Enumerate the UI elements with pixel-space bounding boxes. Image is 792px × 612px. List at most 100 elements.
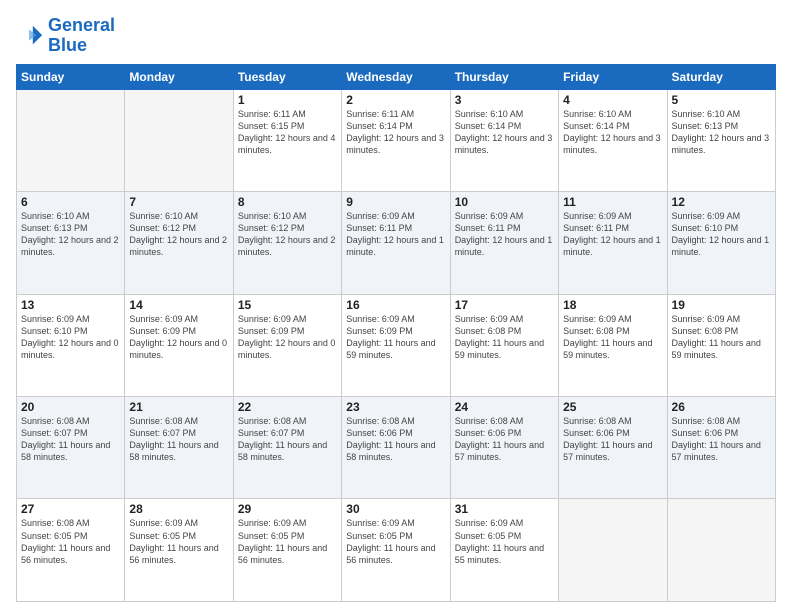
day-info: Sunrise: 6:09 AM Sunset: 6:11 PM Dayligh… bbox=[563, 210, 662, 259]
calendar-cell: 20Sunrise: 6:08 AM Sunset: 6:07 PM Dayli… bbox=[17, 397, 125, 499]
day-info: Sunrise: 6:08 AM Sunset: 6:07 PM Dayligh… bbox=[129, 415, 228, 464]
weekday-header-wednesday: Wednesday bbox=[342, 64, 450, 89]
day-info: Sunrise: 6:11 AM Sunset: 6:14 PM Dayligh… bbox=[346, 108, 445, 157]
calendar-cell bbox=[667, 499, 775, 602]
calendar-cell: 12Sunrise: 6:09 AM Sunset: 6:10 PM Dayli… bbox=[667, 192, 775, 294]
calendar-week-row: 27Sunrise: 6:08 AM Sunset: 6:05 PM Dayli… bbox=[17, 499, 776, 602]
day-number: 13 bbox=[21, 298, 120, 312]
calendar-cell: 4Sunrise: 6:10 AM Sunset: 6:14 PM Daylig… bbox=[559, 89, 667, 191]
day-number: 21 bbox=[129, 400, 228, 414]
day-info: Sunrise: 6:09 AM Sunset: 6:09 PM Dayligh… bbox=[238, 313, 337, 362]
day-number: 1 bbox=[238, 93, 337, 107]
weekday-header-tuesday: Tuesday bbox=[233, 64, 341, 89]
weekday-header-saturday: Saturday bbox=[667, 64, 775, 89]
day-info: Sunrise: 6:09 AM Sunset: 6:11 PM Dayligh… bbox=[346, 210, 445, 259]
day-number: 5 bbox=[672, 93, 771, 107]
day-info: Sunrise: 6:10 AM Sunset: 6:13 PM Dayligh… bbox=[672, 108, 771, 157]
calendar-week-row: 1Sunrise: 6:11 AM Sunset: 6:15 PM Daylig… bbox=[17, 89, 776, 191]
day-info: Sunrise: 6:08 AM Sunset: 6:05 PM Dayligh… bbox=[21, 517, 120, 566]
day-info: Sunrise: 6:09 AM Sunset: 6:10 PM Dayligh… bbox=[21, 313, 120, 362]
calendar-cell: 7Sunrise: 6:10 AM Sunset: 6:12 PM Daylig… bbox=[125, 192, 233, 294]
day-info: Sunrise: 6:09 AM Sunset: 6:08 PM Dayligh… bbox=[455, 313, 554, 362]
calendar-cell: 3Sunrise: 6:10 AM Sunset: 6:14 PM Daylig… bbox=[450, 89, 558, 191]
day-number: 27 bbox=[21, 502, 120, 516]
day-number: 25 bbox=[563, 400, 662, 414]
calendar-cell: 27Sunrise: 6:08 AM Sunset: 6:05 PM Dayli… bbox=[17, 499, 125, 602]
day-number: 6 bbox=[21, 195, 120, 209]
day-info: Sunrise: 6:08 AM Sunset: 6:06 PM Dayligh… bbox=[563, 415, 662, 464]
day-number: 24 bbox=[455, 400, 554, 414]
calendar-week-row: 6Sunrise: 6:10 AM Sunset: 6:13 PM Daylig… bbox=[17, 192, 776, 294]
day-info: Sunrise: 6:10 AM Sunset: 6:12 PM Dayligh… bbox=[129, 210, 228, 259]
day-number: 4 bbox=[563, 93, 662, 107]
calendar-cell: 31Sunrise: 6:09 AM Sunset: 6:05 PM Dayli… bbox=[450, 499, 558, 602]
calendar-cell bbox=[17, 89, 125, 191]
logo: General Blue bbox=[16, 16, 115, 56]
day-number: 3 bbox=[455, 93, 554, 107]
day-info: Sunrise: 6:09 AM Sunset: 6:09 PM Dayligh… bbox=[129, 313, 228, 362]
calendar-cell: 8Sunrise: 6:10 AM Sunset: 6:12 PM Daylig… bbox=[233, 192, 341, 294]
day-number: 30 bbox=[346, 502, 445, 516]
day-info: Sunrise: 6:10 AM Sunset: 6:12 PM Dayligh… bbox=[238, 210, 337, 259]
day-info: Sunrise: 6:08 AM Sunset: 6:07 PM Dayligh… bbox=[21, 415, 120, 464]
calendar-table: SundayMondayTuesdayWednesdayThursdayFrid… bbox=[16, 64, 776, 602]
day-number: 14 bbox=[129, 298, 228, 312]
calendar-cell: 11Sunrise: 6:09 AM Sunset: 6:11 PM Dayli… bbox=[559, 192, 667, 294]
day-info: Sunrise: 6:09 AM Sunset: 6:10 PM Dayligh… bbox=[672, 210, 771, 259]
logo-icon bbox=[16, 22, 44, 50]
calendar-week-row: 13Sunrise: 6:09 AM Sunset: 6:10 PM Dayli… bbox=[17, 294, 776, 396]
calendar-cell: 9Sunrise: 6:09 AM Sunset: 6:11 PM Daylig… bbox=[342, 192, 450, 294]
day-info: Sunrise: 6:10 AM Sunset: 6:14 PM Dayligh… bbox=[455, 108, 554, 157]
calendar-cell: 17Sunrise: 6:09 AM Sunset: 6:08 PM Dayli… bbox=[450, 294, 558, 396]
day-info: Sunrise: 6:08 AM Sunset: 6:06 PM Dayligh… bbox=[672, 415, 771, 464]
day-info: Sunrise: 6:09 AM Sunset: 6:05 PM Dayligh… bbox=[129, 517, 228, 566]
weekday-header-monday: Monday bbox=[125, 64, 233, 89]
calendar-cell: 16Sunrise: 6:09 AM Sunset: 6:09 PM Dayli… bbox=[342, 294, 450, 396]
calendar-cell bbox=[559, 499, 667, 602]
day-number: 18 bbox=[563, 298, 662, 312]
day-number: 28 bbox=[129, 502, 228, 516]
day-info: Sunrise: 6:08 AM Sunset: 6:06 PM Dayligh… bbox=[346, 415, 445, 464]
day-number: 12 bbox=[672, 195, 771, 209]
calendar-cell: 28Sunrise: 6:09 AM Sunset: 6:05 PM Dayli… bbox=[125, 499, 233, 602]
calendar-cell: 24Sunrise: 6:08 AM Sunset: 6:06 PM Dayli… bbox=[450, 397, 558, 499]
day-number: 22 bbox=[238, 400, 337, 414]
day-info: Sunrise: 6:09 AM Sunset: 6:08 PM Dayligh… bbox=[672, 313, 771, 362]
calendar-week-row: 20Sunrise: 6:08 AM Sunset: 6:07 PM Dayli… bbox=[17, 397, 776, 499]
weekday-header-sunday: Sunday bbox=[17, 64, 125, 89]
day-number: 19 bbox=[672, 298, 771, 312]
calendar-cell: 13Sunrise: 6:09 AM Sunset: 6:10 PM Dayli… bbox=[17, 294, 125, 396]
day-number: 7 bbox=[129, 195, 228, 209]
day-number: 2 bbox=[346, 93, 445, 107]
calendar-cell: 14Sunrise: 6:09 AM Sunset: 6:09 PM Dayli… bbox=[125, 294, 233, 396]
calendar-cell: 18Sunrise: 6:09 AM Sunset: 6:08 PM Dayli… bbox=[559, 294, 667, 396]
day-info: Sunrise: 6:09 AM Sunset: 6:09 PM Dayligh… bbox=[346, 313, 445, 362]
calendar-cell: 25Sunrise: 6:08 AM Sunset: 6:06 PM Dayli… bbox=[559, 397, 667, 499]
day-number: 11 bbox=[563, 195, 662, 209]
weekday-header-friday: Friday bbox=[559, 64, 667, 89]
day-number: 16 bbox=[346, 298, 445, 312]
calendar-cell: 1Sunrise: 6:11 AM Sunset: 6:15 PM Daylig… bbox=[233, 89, 341, 191]
day-info: Sunrise: 6:08 AM Sunset: 6:06 PM Dayligh… bbox=[455, 415, 554, 464]
day-info: Sunrise: 6:11 AM Sunset: 6:15 PM Dayligh… bbox=[238, 108, 337, 157]
day-info: Sunrise: 6:09 AM Sunset: 6:05 PM Dayligh… bbox=[238, 517, 337, 566]
calendar-cell: 22Sunrise: 6:08 AM Sunset: 6:07 PM Dayli… bbox=[233, 397, 341, 499]
day-number: 20 bbox=[21, 400, 120, 414]
day-info: Sunrise: 6:09 AM Sunset: 6:11 PM Dayligh… bbox=[455, 210, 554, 259]
day-number: 8 bbox=[238, 195, 337, 209]
page-header: General Blue bbox=[16, 16, 776, 56]
day-info: Sunrise: 6:09 AM Sunset: 6:05 PM Dayligh… bbox=[346, 517, 445, 566]
calendar-cell: 30Sunrise: 6:09 AM Sunset: 6:05 PM Dayli… bbox=[342, 499, 450, 602]
day-number: 9 bbox=[346, 195, 445, 209]
calendar-cell: 26Sunrise: 6:08 AM Sunset: 6:06 PM Dayli… bbox=[667, 397, 775, 499]
day-number: 15 bbox=[238, 298, 337, 312]
logo-text: General Blue bbox=[48, 16, 115, 56]
day-number: 31 bbox=[455, 502, 554, 516]
weekday-header-row: SundayMondayTuesdayWednesdayThursdayFrid… bbox=[17, 64, 776, 89]
day-number: 17 bbox=[455, 298, 554, 312]
calendar-cell: 5Sunrise: 6:10 AM Sunset: 6:13 PM Daylig… bbox=[667, 89, 775, 191]
day-info: Sunrise: 6:10 AM Sunset: 6:13 PM Dayligh… bbox=[21, 210, 120, 259]
day-info: Sunrise: 6:10 AM Sunset: 6:14 PM Dayligh… bbox=[563, 108, 662, 157]
day-info: Sunrise: 6:08 AM Sunset: 6:07 PM Dayligh… bbox=[238, 415, 337, 464]
calendar-cell: 19Sunrise: 6:09 AM Sunset: 6:08 PM Dayli… bbox=[667, 294, 775, 396]
